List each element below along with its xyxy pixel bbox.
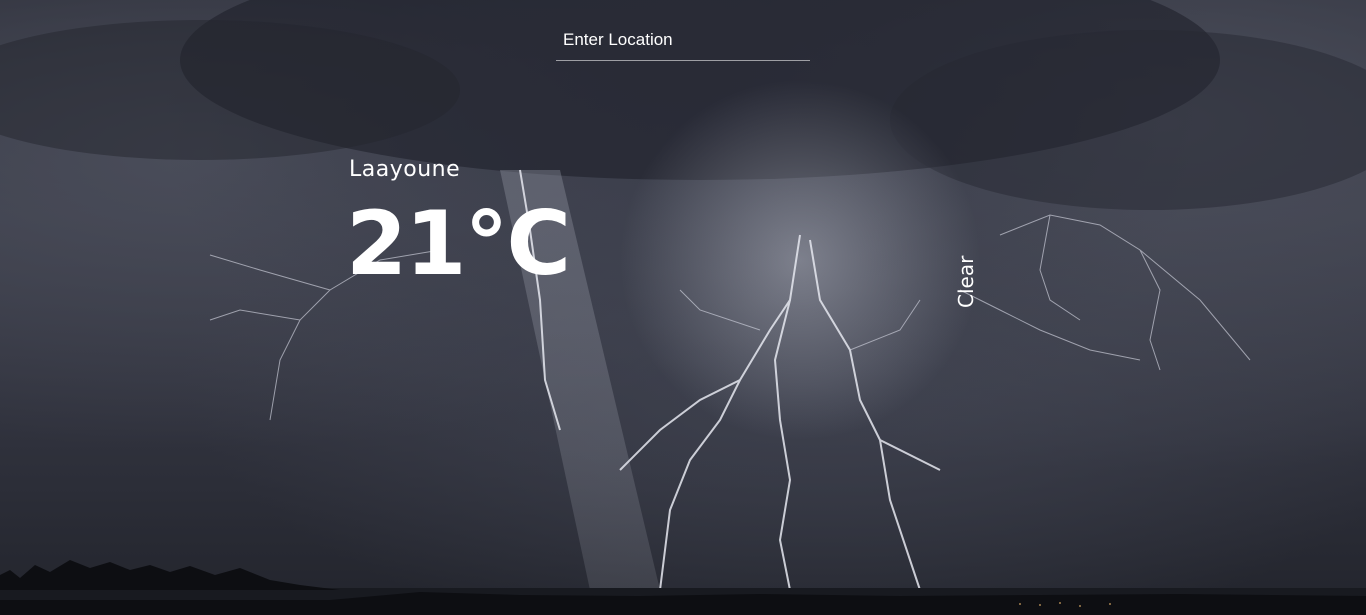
location-search (556, 22, 810, 61)
location-input[interactable] (556, 22, 810, 58)
weather-app: Laayoune 21°C Clear (0, 0, 1366, 615)
storm-background-image (0, 0, 1366, 615)
weather-condition: Clear (954, 255, 978, 308)
temperature: 21°C (346, 192, 571, 295)
city-name: Laayoune (349, 157, 461, 182)
